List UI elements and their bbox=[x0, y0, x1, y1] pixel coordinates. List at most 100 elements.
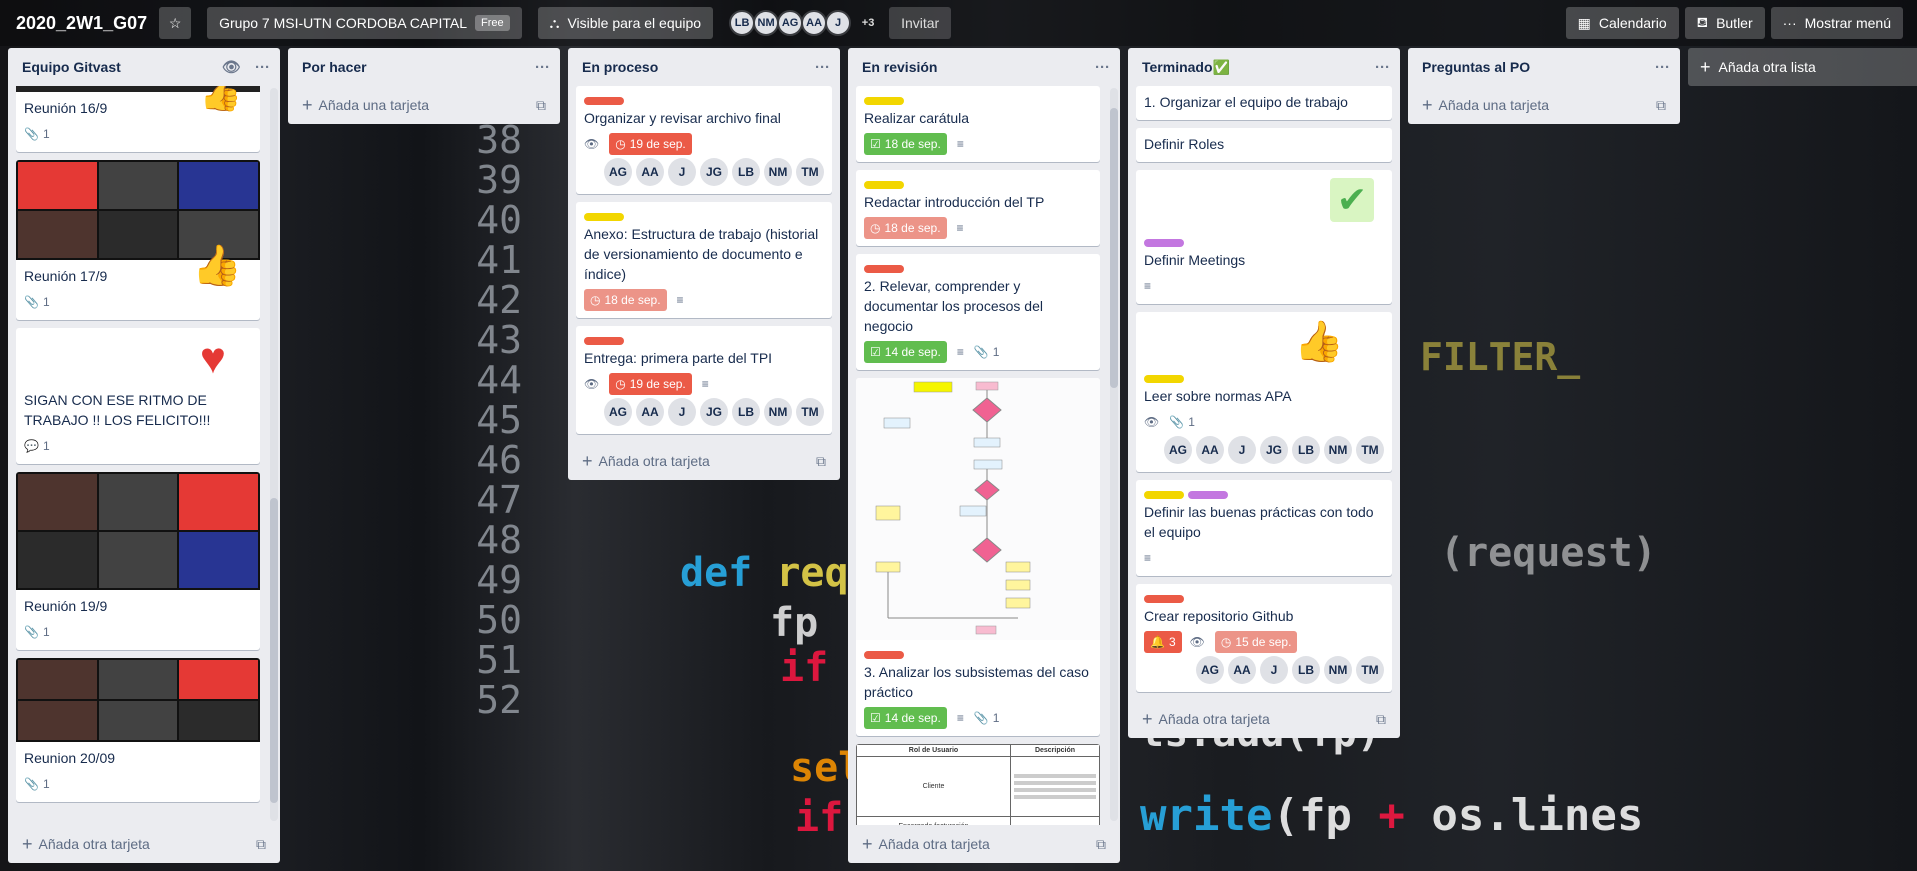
notification-badge[interactable]: 🔔 3 bbox=[1144, 631, 1182, 653]
add-list-button[interactable]: + Añada otra lista bbox=[1688, 48, 1917, 86]
card[interactable]: Reunion 20/09 📎 1 bbox=[16, 658, 260, 802]
scrollbar-thumb[interactable] bbox=[270, 498, 278, 803]
list-header[interactable]: Preguntas al PO ··· bbox=[1408, 48, 1680, 86]
card[interactable]: 👍 Reunión 17/9 📎 1 bbox=[16, 160, 260, 320]
label-yellow[interactable] bbox=[1144, 491, 1184, 499]
list-header[interactable]: Equipo Gitvast 👁 ··· bbox=[8, 48, 280, 86]
card[interactable]: Definir las buenas prácticas con todo el… bbox=[1136, 480, 1392, 576]
list-title[interactable]: Por hacer bbox=[302, 59, 521, 75]
add-card-button[interactable]: + Añada una tarjeta ⧉ bbox=[1408, 86, 1680, 124]
label-yellow[interactable] bbox=[1144, 375, 1184, 383]
label-red[interactable] bbox=[864, 651, 904, 659]
add-card-button[interactable]: + Añada otra tarjeta ⧉ bbox=[568, 442, 840, 480]
due-date-badge[interactable]: ◷ 19 de sep. bbox=[609, 373, 692, 395]
member-avatar[interactable]: AG bbox=[1164, 436, 1192, 464]
due-date-badge[interactable]: ◷ 18 de sep. bbox=[584, 289, 667, 311]
card[interactable]: Redactar introducción del TP ◷ 18 de sep.… bbox=[856, 170, 1100, 246]
label-yellow[interactable] bbox=[584, 213, 624, 221]
member-avatar[interactable]: AA bbox=[1228, 656, 1256, 684]
show-menu-button[interactable]: ··· Mostrar menú bbox=[1770, 7, 1903, 39]
label-purple[interactable] bbox=[1188, 491, 1228, 499]
list-title[interactable]: En revisión bbox=[862, 59, 1081, 75]
more-members-button[interactable]: +3 bbox=[855, 10, 881, 36]
add-card-button[interactable]: + Añada otra tarjeta ⧉ bbox=[8, 825, 280, 863]
card[interactable]: 1. Organizar el equipo de trabajo bbox=[1136, 86, 1392, 120]
template-icon[interactable]: ⧉ bbox=[816, 453, 826, 470]
label-purple[interactable] bbox=[1144, 239, 1184, 247]
member-avatar[interactable]: AG bbox=[604, 158, 632, 186]
label-red[interactable] bbox=[584, 337, 624, 345]
template-icon[interactable]: ⧉ bbox=[1096, 836, 1106, 853]
label-yellow[interactable] bbox=[864, 181, 904, 189]
list-header[interactable]: En proceso ··· bbox=[568, 48, 840, 86]
member-avatar[interactable]: LB bbox=[1292, 436, 1320, 464]
member-avatar[interactable]: AA bbox=[636, 158, 664, 186]
watch-icon[interactable]: 👁 bbox=[222, 58, 241, 76]
list-menu-icon[interactable]: ··· bbox=[1375, 59, 1390, 76]
member-avatar[interactable]: LB bbox=[1292, 656, 1320, 684]
member-avatar[interactable]: TM bbox=[796, 158, 824, 186]
card[interactable]: ♥ SIGAN CON ESE RITMO DE TRABAJO !! LOS … bbox=[16, 328, 260, 464]
due-date-badge[interactable]: ◷ 15 de sep. bbox=[1214, 631, 1298, 653]
list-header[interactable]: Por hacer ··· bbox=[288, 48, 560, 86]
member-avatar[interactable]: AG bbox=[777, 10, 804, 36]
add-card-button[interactable]: + Añada otra tarjeta ⧉ bbox=[1128, 700, 1400, 738]
card[interactable]: Entrega: primera parte del TPI 👁 ◷ 19 de … bbox=[576, 326, 832, 434]
list-menu-icon[interactable]: ··· bbox=[1095, 59, 1110, 76]
member-avatar[interactable]: JG bbox=[700, 158, 728, 186]
list-menu-icon[interactable]: ··· bbox=[255, 59, 270, 76]
list-scrollbar[interactable] bbox=[1110, 88, 1118, 821]
card[interactable]: 3. Analizar los subsistemas del caso prá… bbox=[856, 378, 1100, 736]
card[interactable]: Realizar carátula ☑ 18 de sep. ≡ bbox=[856, 86, 1100, 162]
due-date-badge[interactable]: ◷ 18 de sep. bbox=[864, 217, 947, 239]
member-avatar[interactable]: TM bbox=[796, 398, 824, 426]
member-avatar[interactable]: AA bbox=[801, 10, 828, 36]
card[interactable]: 👍 Reunión 16/9 📎 1 bbox=[16, 86, 260, 152]
member-avatar[interactable]: AA bbox=[636, 398, 664, 426]
member-avatar[interactable]: LB bbox=[732, 158, 760, 186]
board-title[interactable]: 2020_2W1_G07 bbox=[16, 13, 147, 34]
card[interactable]: ✔ Definir Meetings ≡ bbox=[1136, 170, 1392, 304]
template-icon[interactable]: ⧉ bbox=[1376, 711, 1386, 728]
team-button[interactable]: Grupo 7 MSI-UTN CORDOBA CAPITAL Free bbox=[207, 7, 522, 39]
member-avatar[interactable]: JG bbox=[700, 398, 728, 426]
scrollbar-thumb[interactable] bbox=[1110, 108, 1118, 388]
label-yellow[interactable] bbox=[864, 97, 904, 105]
label-red[interactable] bbox=[1144, 595, 1184, 603]
visibility-button[interactable]: ⛬ Visible para el equipo bbox=[537, 7, 714, 39]
member-avatar[interactable]: LB bbox=[732, 398, 760, 426]
list-menu-icon[interactable]: ··· bbox=[815, 59, 830, 76]
member-avatar[interactable]: NM bbox=[1324, 436, 1352, 464]
member-avatar[interactable]: NM bbox=[764, 158, 792, 186]
member-avatar[interactable]: TM bbox=[1356, 436, 1384, 464]
member-avatar[interactable]: LB bbox=[729, 10, 756, 36]
member-avatar[interactable]: J bbox=[825, 10, 852, 36]
star-button[interactable]: ☆ bbox=[159, 7, 192, 39]
list-scrollbar[interactable] bbox=[270, 88, 278, 821]
card[interactable]: Anexo: Estructura de trabajo (historial … bbox=[576, 202, 832, 318]
butler-button[interactable]: ⛾ Butler bbox=[1684, 7, 1765, 39]
due-date-badge[interactable]: ☑ 18 de sep. bbox=[864, 133, 947, 155]
template-icon[interactable]: ⧉ bbox=[256, 836, 266, 853]
list-menu-icon[interactable]: ··· bbox=[535, 59, 550, 76]
template-icon[interactable]: ⧉ bbox=[1656, 97, 1666, 114]
member-avatar[interactable]: J bbox=[1228, 436, 1256, 464]
template-icon[interactable]: ⧉ bbox=[536, 97, 546, 114]
card[interactable]: Crear repositorio Github 🔔 3 👁 ◷ 15 de sep… bbox=[1136, 584, 1392, 692]
card[interactable]: 👍 Leer sobre normas APA 👁 📎 1 AG AA J JG … bbox=[1136, 312, 1392, 472]
member-avatar[interactable]: J bbox=[668, 398, 696, 426]
card[interactable]: Rol de UsuarioDescripción Cliente Encarg… bbox=[856, 744, 1100, 825]
member-avatar[interactable]: J bbox=[668, 158, 696, 186]
card[interactable]: Definir Roles bbox=[1136, 128, 1392, 162]
list-header[interactable]: En revisión ··· bbox=[848, 48, 1120, 86]
due-date-badge[interactable]: ☑ 14 de sep. bbox=[864, 707, 947, 729]
due-date-badge[interactable]: ☑ 14 de sep. bbox=[864, 341, 947, 363]
invite-button[interactable]: Invitar bbox=[889, 7, 952, 39]
list-title[interactable]: Terminado✅ bbox=[1142, 59, 1361, 76]
label-red[interactable] bbox=[584, 97, 624, 105]
card[interactable]: 2. Relevar, comprender y documentar los … bbox=[856, 254, 1100, 370]
label-red[interactable] bbox=[864, 265, 904, 273]
member-avatar[interactable]: NM bbox=[764, 398, 792, 426]
member-avatar[interactable]: AA bbox=[1196, 436, 1224, 464]
list-title[interactable]: Equipo Gitvast bbox=[22, 59, 208, 75]
